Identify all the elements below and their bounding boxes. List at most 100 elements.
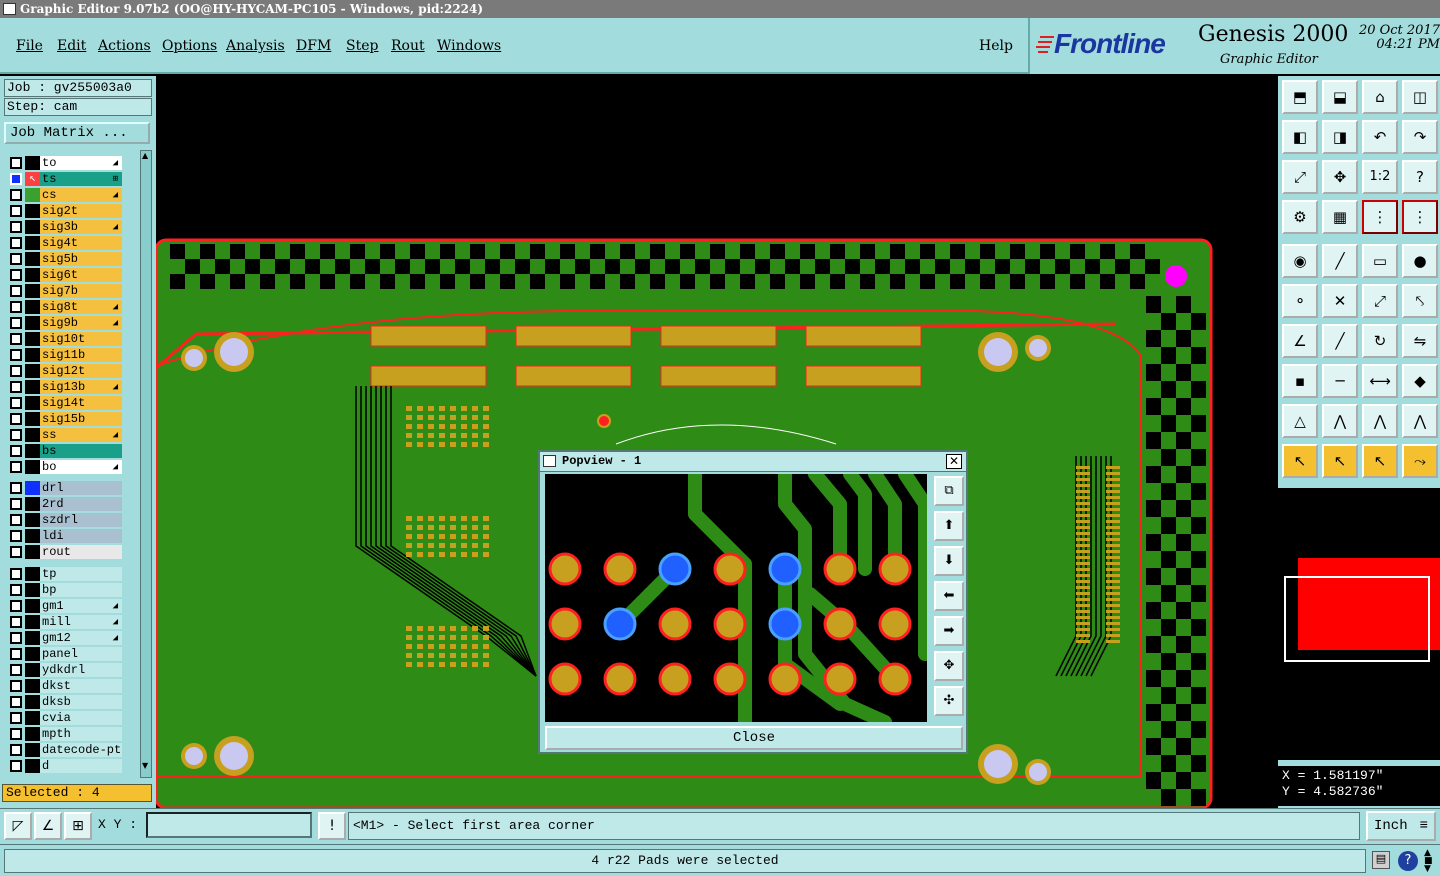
feature-icon[interactable]: ▪: [1282, 364, 1318, 398]
layer-row-dkst[interactable]: dkst: [6, 678, 124, 694]
layer-checkbox[interactable]: [10, 349, 22, 361]
home-icon[interactable]: ⬒: [1282, 80, 1318, 114]
slash-icon[interactable]: ╱: [1322, 324, 1358, 358]
layer-checkbox[interactable]: [10, 429, 22, 441]
layer-row-sig13b[interactable]: sig13b ◢: [6, 379, 124, 395]
rotate-icon[interactable]: ↻: [1362, 324, 1398, 358]
layer-checkbox[interactable]: [10, 237, 22, 249]
layer-row-mpth[interactable]: mpth: [6, 726, 124, 742]
layer-color-swatch[interactable]: [25, 679, 40, 693]
layer-color-swatch[interactable]: [25, 412, 40, 426]
arch-icon[interactable]: ⋀: [1322, 404, 1358, 438]
menu-rout[interactable]: Rout: [391, 38, 425, 54]
layer-name[interactable]: d: [40, 759, 122, 773]
measure-icon[interactable]: ▭: [1362, 244, 1398, 278]
layer-name[interactable]: dksb: [40, 695, 122, 709]
layer-name[interactable]: sig7b: [40, 284, 122, 298]
layer-name[interactable]: 2rd: [40, 497, 122, 511]
layer-checkbox[interactable]: [10, 189, 22, 201]
menu-edit[interactable]: Edit: [57, 38, 86, 54]
pointer-icon[interactable]: ↖: [1282, 444, 1318, 478]
open-icon[interactable]: ⬓: [1322, 80, 1358, 114]
layer-row-sig3b[interactable]: sig3b ◢: [6, 219, 124, 235]
layer-row-sig2t[interactable]: sig2t: [6, 203, 124, 219]
layer-row-drl[interactable]: drl: [6, 480, 124, 496]
layer-color-swatch[interactable]: [25, 156, 40, 170]
layer-row-rout[interactable]: rout: [6, 544, 124, 560]
layer-affected-icon[interactable]: ◢: [113, 460, 118, 474]
window-icon[interactable]: ◫: [1402, 80, 1438, 114]
pointer3-icon[interactable]: ↖: [1362, 444, 1398, 478]
layer-name[interactable]: cs ◢: [40, 188, 122, 202]
layer-checkbox[interactable]: [10, 546, 22, 558]
status-scroll-icon[interactable]: ▲ ■ ▼: [1424, 849, 1436, 874]
popview-zoom-in-icon[interactable]: ✥: [934, 651, 964, 681]
triangle-icon[interactable]: △: [1282, 404, 1318, 438]
layer-color-swatch[interactable]: [25, 497, 40, 511]
layer-name[interactable]: sig12t: [40, 364, 122, 378]
layer-color-swatch[interactable]: [25, 332, 40, 346]
menu-help[interactable]: Help: [979, 38, 1013, 54]
layer-checkbox[interactable]: [10, 616, 22, 628]
cross-icon[interactable]: ✕: [1322, 284, 1358, 318]
layer-affected-icon[interactable]: ◢: [113, 300, 118, 314]
layer-row-datecode-pt[interactable]: datecode-pt: [6, 742, 124, 758]
layer-name[interactable]: to ◢: [40, 156, 122, 170]
layer-scrollbar[interactable]: ▲ ▼: [140, 150, 152, 778]
arch2-icon[interactable]: ⋀: [1362, 404, 1398, 438]
menu-step[interactable]: Step: [346, 38, 378, 54]
layer-row-cs[interactable]: cs ◢: [6, 187, 124, 203]
layer-row-sig8t[interactable]: sig8t ◢: [6, 299, 124, 315]
layer-color-swatch[interactable]: [25, 284, 40, 298]
layer-affected-icon[interactable]: ◢: [113, 220, 118, 234]
layer-row-ts[interactable]: ↖ ts ⊞: [6, 171, 124, 187]
layer-name[interactable]: szdrl: [40, 513, 122, 527]
layer-checkbox[interactable]: [10, 600, 22, 612]
layer-name[interactable]: sig10t: [40, 332, 122, 346]
layer-color-swatch[interactable]: [25, 220, 40, 234]
layer-affected-icon[interactable]: ◢: [113, 380, 118, 394]
back-icon[interactable]: ◧: [1282, 120, 1318, 154]
zoom-center-icon[interactable]: ✥: [1322, 160, 1358, 194]
layer-color-swatch[interactable]: [25, 252, 40, 266]
pointer2-icon[interactable]: ↖: [1322, 444, 1358, 478]
layer-affected-icon[interactable]: ◢: [113, 316, 118, 330]
popview-zoom-out-icon[interactable]: ✣: [934, 686, 964, 716]
layer-name[interactable]: sig15b: [40, 412, 122, 426]
layer-affected-icon[interactable]: ⊞: [113, 172, 118, 186]
layer-name[interactable]: sig5b: [40, 252, 122, 266]
info-icon[interactable]: !: [318, 812, 346, 840]
menu-dfm[interactable]: DFM: [296, 38, 331, 54]
layer-color-swatch[interactable]: [25, 727, 40, 741]
node-icon[interactable]: ⚬: [1282, 284, 1318, 318]
layer-color-swatch[interactable]: [25, 188, 40, 202]
arch3-icon[interactable]: ⋀: [1402, 404, 1438, 438]
layer-affected-icon[interactable]: ◢: [113, 599, 118, 613]
layer-name[interactable]: dkst: [40, 679, 122, 693]
layer-color-swatch[interactable]: [25, 663, 40, 677]
resize-icon[interactable]: ⟷: [1362, 364, 1398, 398]
layer-row-sig15b[interactable]: sig15b: [6, 411, 124, 427]
layer-checkbox[interactable]: [10, 760, 22, 772]
popview-pan-left-icon[interactable]: ⬅: [934, 581, 964, 611]
layer-checkbox[interactable]: [10, 173, 22, 185]
layer-row-tp[interactable]: tp: [6, 566, 124, 582]
layer-color-swatch[interactable]: [25, 695, 40, 709]
layer-name[interactable]: sig2t: [40, 204, 122, 218]
layer-row-mill[interactable]: mill ◢: [6, 614, 124, 630]
popview-canvas[interactable]: [545, 474, 927, 722]
layer-color-swatch[interactable]: [25, 348, 40, 362]
line-icon[interactable]: ╱: [1322, 244, 1358, 278]
filter-icon[interactable]: ⚙: [1282, 200, 1318, 234]
layer-color-swatch[interactable]: [25, 481, 40, 495]
layer-checkbox[interactable]: [10, 632, 22, 644]
layer-row-sig6t[interactable]: sig6t: [6, 267, 124, 283]
xy-input[interactable]: [146, 812, 312, 838]
circle-icon[interactable]: ●: [1402, 244, 1438, 278]
overview-map[interactable]: [1278, 488, 1440, 760]
layer-color-swatch[interactable]: [25, 529, 40, 543]
layer-row-sig11b[interactable]: sig11b: [6, 347, 124, 363]
menu-actions[interactable]: Actions: [98, 38, 151, 54]
layer-row-sig10t[interactable]: sig10t: [6, 331, 124, 347]
scroll-down-icon[interactable]: ▼: [142, 761, 150, 771]
